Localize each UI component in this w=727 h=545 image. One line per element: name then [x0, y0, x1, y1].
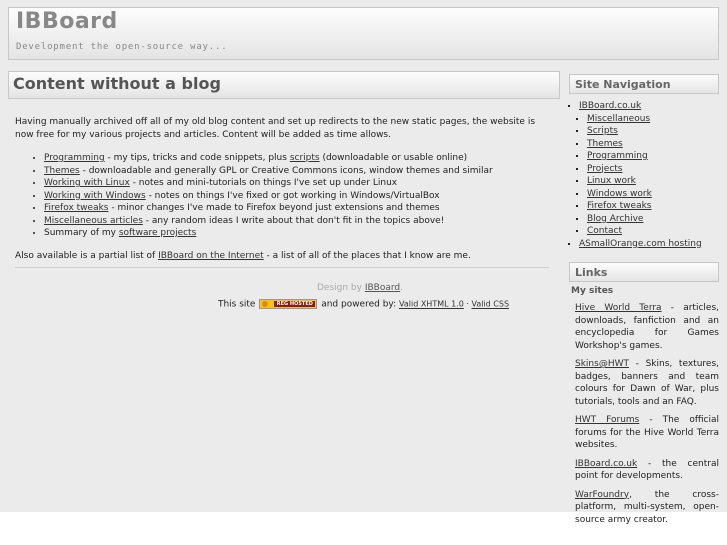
firefox-link[interactable]: Firefox tweaks [44, 203, 109, 213]
site-navigation: IBBoard.co.uk Miscellaneous Scripts Them… [566, 100, 702, 250]
nav-item: IBBoard.co.uk Miscellaneous Scripts Them… [579, 100, 702, 238]
list-item-text: - downloadable and generally GPL or Crea… [79, 165, 493, 176]
nav-item-contact[interactable]: Contact [587, 226, 622, 236]
reg-hosted-badge[interactable]: REG HOSTED [259, 299, 318, 309]
my-sites-heading: My sites [571, 286, 614, 296]
footer-text: This site [217, 299, 259, 310]
list-item-text: - any random ideas I write about that do… [142, 215, 445, 226]
link-entry: HWT Forums - The official forums for the… [575, 414, 719, 452]
link-entry: IBBoard.co.uk - the central point for de… [575, 458, 719, 483]
link-entry: Skins@HWT - Skins, textures, badges, ban… [575, 358, 719, 408]
also-paragraph: Also available is a partial list of IBBo… [15, 250, 551, 263]
nav-item-projects[interactable]: Projects [587, 164, 622, 174]
main-content: Having manually archived off all of my o… [15, 116, 551, 263]
nav-item: Blog Archive [587, 213, 702, 226]
windows-link[interactable]: Working with Windows [44, 191, 146, 201]
nav-item-miscellaneous[interactable]: Miscellaneous [587, 114, 650, 124]
list-item-text: - notes and mini-tutorials on things I'v… [129, 178, 398, 188]
nav-item: Projects [587, 163, 702, 176]
footer-text: . [400, 283, 403, 293]
nav-item-programming[interactable]: Programming [587, 151, 648, 161]
footer-text: Design by [317, 283, 365, 293]
list-item: Themes - downloadable and generally GPL … [44, 165, 551, 178]
nav-item-themes[interactable]: Themes [587, 139, 623, 149]
nav-item-hosting[interactable]: ASmallOrange.com hosting [579, 239, 702, 249]
topic-list: Programming - my tips, tricks and code s… [15, 152, 551, 240]
page-background: IBBoard Development the open-source way.… [0, 0, 727, 525]
links-header: Links [569, 262, 719, 282]
ibboard-internet-link[interactable]: IBBoard on the Internet [158, 251, 264, 261]
nav-sublist: Miscellaneous Scripts Themes Programming… [579, 113, 702, 238]
site-header: IBBoard Development the open-source way.… [8, 7, 719, 60]
linux-link[interactable]: Working with Linux [44, 178, 130, 188]
list-item: Working with Windows - notes on things I… [44, 190, 551, 203]
site-navigation-header: Site Navigation [569, 74, 719, 94]
nav-item-windows-work[interactable]: Windows work [587, 189, 652, 199]
valid-css-link[interactable]: Valid CSS [471, 300, 509, 309]
nav-item: ASmallOrange.com hosting [579, 238, 702, 251]
badge-hand-icon [262, 301, 269, 307]
link-entry: WarFoundry, the cross-platform, multi-sy… [575, 489, 719, 527]
nav-item-blog-archive[interactable]: Blog Archive [587, 214, 643, 224]
site-navigation-title: Site Navigation [575, 78, 671, 91]
nav-item: Firefox tweaks [587, 200, 702, 213]
badge-label: REG HOSTED [274, 301, 316, 307]
nav-item-scripts[interactable]: Scripts [587, 126, 618, 136]
nav-item: Scripts [587, 125, 702, 138]
programming-link[interactable]: Programming [44, 153, 105, 163]
links-list: Hive World Terra - articles, downloads, … [575, 302, 719, 532]
list-item-text: - my tips, tricks and code snippets, plu… [104, 153, 290, 163]
valid-xhtml-link[interactable]: Valid XHTML 1.0 [399, 300, 464, 309]
misc-articles-link[interactable]: Miscellaneous articles [44, 216, 143, 226]
content-title-bar: Content without a blog [8, 71, 560, 99]
hwt-forums-link[interactable]: HWT Forums [575, 415, 639, 425]
list-item: Programming - my tips, tricks and code s… [44, 152, 551, 165]
page-title: Content without a blog [13, 74, 221, 93]
also-text: Also available is a partial list of [15, 250, 159, 261]
nav-item-firefox-tweaks[interactable]: Firefox tweaks [587, 201, 652, 211]
nav-item: Linux work [587, 175, 702, 188]
design-credit-link[interactable]: IBBoard [365, 283, 400, 293]
nav-item: Themes [587, 138, 702, 151]
links-title: Links [575, 266, 608, 279]
nav-item-linux-work[interactable]: Linux work [587, 176, 636, 186]
link-entry: Hive World Terra - articles, downloads, … [575, 302, 719, 352]
skins-hwt-link[interactable]: Skins@HWT [575, 359, 629, 369]
nav-item: Miscellaneous [587, 113, 702, 126]
nav-item: Contact [587, 225, 702, 238]
site-title[interactable]: IBBoard [16, 9, 118, 34]
content-divider [15, 267, 549, 268]
list-item-text: Summary of my [44, 228, 119, 238]
nav-item: Windows work [587, 188, 702, 201]
software-projects-link[interactable]: software projects [119, 228, 196, 238]
list-item-text: - minor changes I've made to Firefox bey… [108, 203, 440, 213]
list-item: Firefox tweaks - minor changes I've made… [44, 202, 551, 215]
list-item-text: (downloadable or usable online) [319, 153, 468, 163]
list-item: Working with Linux - notes and mini-tuto… [44, 177, 551, 190]
nav-item-ibboard[interactable]: IBBoard.co.uk [579, 101, 641, 111]
nav-item: Programming [587, 150, 702, 163]
ibboard-site-link[interactable]: IBBoard.co.uk [575, 459, 637, 469]
intro-paragraph: Having manually archived off all of my o… [15, 117, 536, 140]
list-item-text: - notes on things I've fixed or got work… [145, 190, 440, 201]
also-text: - a list of all of the places that I kno… [263, 250, 471, 261]
footer-text: and powered by: [318, 299, 399, 310]
site-tagline: Development the open-source way... [16, 42, 228, 52]
list-item: Summary of my software projects [44, 227, 551, 240]
warfoundry-link[interactable]: WarFoundry [575, 490, 629, 500]
scripts-link[interactable]: scripts [290, 153, 320, 163]
hive-world-terra-link[interactable]: Hive World Terra [575, 303, 662, 313]
themes-link[interactable]: Themes [44, 166, 80, 176]
list-item: Miscellaneous articles - any random idea… [44, 215, 551, 228]
